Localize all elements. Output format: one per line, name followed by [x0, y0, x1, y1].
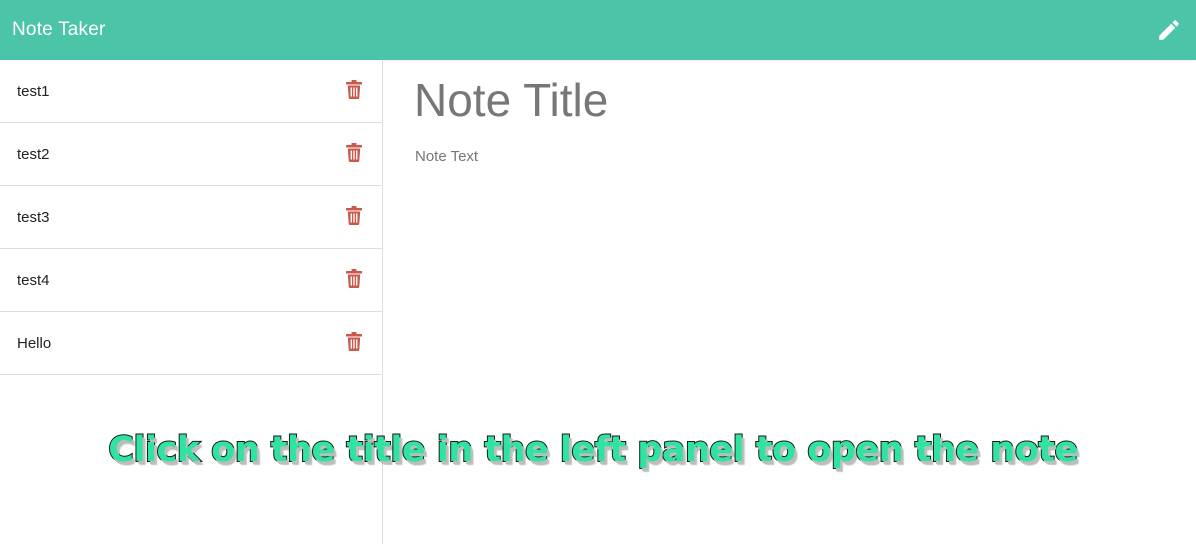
note-list-panel: test1 test2 test3 test4 Hello: [0, 60, 383, 544]
note-item-title[interactable]: test4: [17, 272, 50, 289]
brand-link[interactable]: Note Taker: [12, 19, 106, 41]
navbar: Note Taker: [0, 0, 1196, 60]
list-item[interactable]: test4: [0, 249, 382, 312]
pencil-icon: [1159, 20, 1179, 40]
list-item[interactable]: test3: [0, 186, 382, 249]
delete-note-button[interactable]: [345, 267, 363, 289]
trash-icon: [346, 79, 362, 99]
note-title-input[interactable]: [414, 74, 1154, 126]
delete-note-button[interactable]: [345, 204, 363, 226]
trash-icon: [346, 142, 362, 162]
note-list: test1 test2 test3 test4 Hello: [0, 60, 382, 375]
trash-icon: [346, 205, 362, 225]
note-item-title[interactable]: test2: [17, 146, 50, 163]
delete-note-button[interactable]: [345, 141, 363, 163]
trash-icon: [346, 331, 362, 351]
note-editor: [384, 60, 1196, 544]
delete-note-button[interactable]: [345, 330, 363, 352]
list-item[interactable]: test2: [0, 123, 382, 186]
delete-note-button[interactable]: [345, 78, 363, 100]
new-note-button[interactable]: [1154, 15, 1184, 45]
note-item-title[interactable]: Hello: [17, 335, 51, 352]
note-text-textarea[interactable]: [414, 148, 1154, 448]
list-item[interactable]: Hello: [0, 312, 382, 375]
note-item-title[interactable]: test1: [17, 83, 50, 100]
list-item[interactable]: test1: [0, 60, 382, 123]
note-item-title[interactable]: test3: [17, 209, 50, 226]
trash-icon: [346, 268, 362, 288]
